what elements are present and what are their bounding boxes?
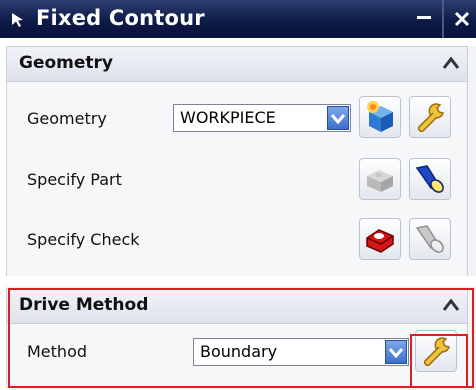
method-select-value: Boundary bbox=[200, 342, 278, 361]
title-bar[interactable]: Fixed Contour bbox=[0, 0, 476, 38]
method-select[interactable]: Boundary bbox=[193, 338, 409, 366]
specify-part-label: Specify Part bbox=[27, 170, 122, 189]
method-label: Method bbox=[27, 342, 88, 361]
minimize-button[interactable] bbox=[408, 0, 440, 38]
chevron-up-icon[interactable] bbox=[439, 294, 463, 318]
geometry-dropdown-button[interactable] bbox=[327, 106, 349, 130]
select-part-button[interactable] bbox=[359, 158, 401, 200]
close-icon bbox=[454, 11, 470, 27]
drive-method-section-title: Drive Method bbox=[19, 295, 149, 315]
geometry-section: Geometry Geometry WORKPIECE Specify Part… bbox=[6, 46, 476, 276]
wrench-icon bbox=[417, 103, 444, 133]
geometry-section-title: Geometry bbox=[19, 53, 113, 73]
edit-drive-method-button[interactable] bbox=[415, 330, 457, 372]
display-part-button[interactable] bbox=[409, 158, 451, 200]
flashlight-icon bbox=[415, 165, 444, 193]
minimize-icon bbox=[417, 16, 431, 19]
geometry-select[interactable]: WORKPIECE bbox=[173, 104, 351, 132]
chevron-up-icon[interactable] bbox=[439, 52, 463, 76]
title-separator bbox=[442, 0, 444, 38]
select-check-button[interactable] bbox=[359, 218, 401, 260]
geometry-section-header[interactable]: Geometry bbox=[6, 46, 468, 82]
drive-method-section: Drive Method Method Boundary bbox=[6, 286, 476, 390]
wrench-icon bbox=[423, 337, 450, 367]
flashlight-icon bbox=[415, 225, 444, 253]
new-workpiece-icon bbox=[367, 101, 393, 132]
check-geometry-icon bbox=[366, 229, 394, 253]
geometry-label: Geometry bbox=[27, 109, 107, 128]
geometry-select-value: WORKPIECE bbox=[180, 108, 276, 127]
window-title: Fixed Contour bbox=[36, 6, 205, 30]
specify-check-label: Specify Check bbox=[27, 230, 140, 249]
drive-method-section-header[interactable]: Drive Method bbox=[6, 288, 468, 324]
method-dropdown-button[interactable] bbox=[385, 340, 407, 364]
close-button[interactable] bbox=[446, 0, 476, 38]
geometry-section-body: Geometry WORKPIECE Specify Part Specify … bbox=[6, 82, 468, 276]
display-check-button[interactable] bbox=[409, 218, 451, 260]
edit-geometry-button[interactable] bbox=[409, 96, 451, 138]
part-select-icon bbox=[367, 170, 393, 192]
drive-method-section-body: Method Boundary bbox=[6, 324, 468, 386]
arrow-cursor-icon bbox=[12, 13, 23, 27]
new-geometry-button[interactable] bbox=[359, 96, 401, 138]
chevron-down-icon bbox=[330, 114, 346, 125]
chevron-down-icon bbox=[388, 348, 404, 359]
